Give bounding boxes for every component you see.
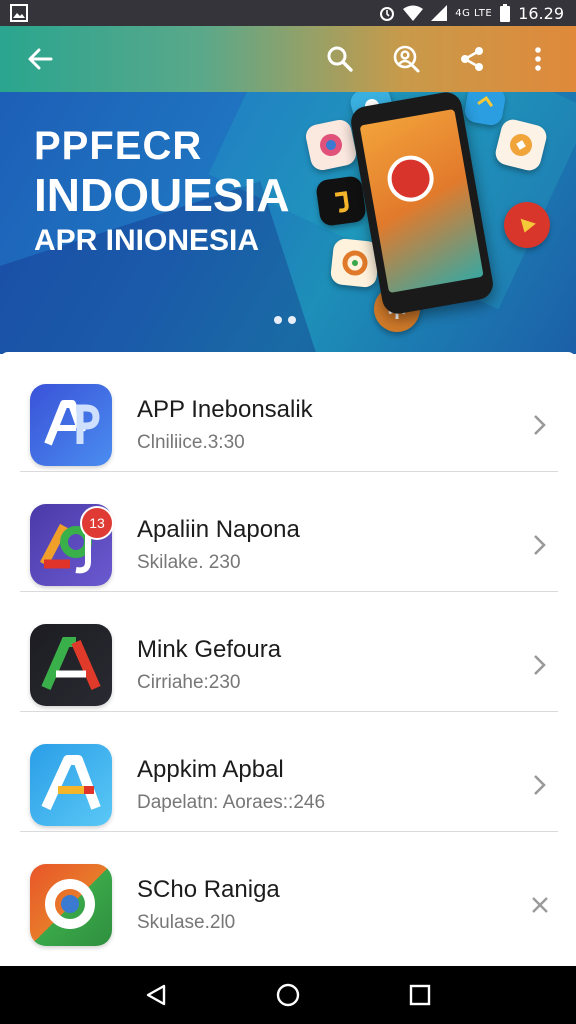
app-list-item[interactable]: Mink Gefoura Cirriahe:230 bbox=[0, 592, 576, 712]
banner-line-3: APR INIONESIA bbox=[34, 224, 260, 257]
more-vert-icon bbox=[535, 47, 541, 71]
chevron-right-icon bbox=[534, 655, 546, 675]
app-name: Mink Gefoura bbox=[137, 636, 282, 663]
app-icon bbox=[30, 864, 112, 946]
back-button[interactable] bbox=[20, 39, 60, 79]
nav-recents-icon bbox=[409, 984, 431, 1006]
app-icon bbox=[30, 744, 112, 826]
account-search-icon bbox=[393, 45, 420, 73]
app-subtitle: Skulase.2l0 bbox=[137, 912, 236, 933]
app-icon bbox=[30, 384, 112, 466]
banner-headline: PPFECR INDOUESIA APR INIONESIA bbox=[34, 126, 290, 256]
nav-home-icon bbox=[276, 983, 300, 1007]
share-button[interactable] bbox=[452, 39, 492, 79]
banner-pager bbox=[274, 316, 296, 324]
banner-line-2: INDOUESIA bbox=[34, 169, 290, 221]
phone-screen bbox=[359, 108, 484, 294]
nav-back-icon bbox=[146, 984, 166, 1006]
clock: 16.29 bbox=[518, 3, 564, 23]
app-name: APP Inebonsalik bbox=[137, 396, 313, 423]
search-icon bbox=[327, 46, 353, 72]
chevron-right-icon bbox=[534, 535, 546, 555]
battery-icon bbox=[500, 4, 511, 22]
app-name: SCho Raniga bbox=[137, 876, 280, 903]
app-list-item[interactable]: APP Inebonsalik Clniliice.3:30 bbox=[0, 352, 576, 472]
toolbar-actions bbox=[320, 39, 558, 79]
network-type-label: 4G LTE bbox=[455, 7, 493, 19]
app-name: Apaliin Napona bbox=[137, 516, 300, 543]
signal-icon bbox=[431, 5, 448, 21]
nav-recents-button[interactable] bbox=[396, 971, 444, 1019]
nav-home-button[interactable] bbox=[264, 971, 312, 1019]
status-left bbox=[10, 4, 28, 22]
banner-line-1: PPFECR bbox=[34, 124, 203, 168]
app-list-item[interactable]: SCho Raniga Skulase.2l0 bbox=[0, 832, 576, 952]
share-icon bbox=[461, 47, 483, 71]
notification-badge: 13 bbox=[80, 506, 114, 540]
app-list-item[interactable]: Appkim Apbal Dapelatn: Aoraes::246 bbox=[0, 712, 576, 832]
pager-dot[interactable] bbox=[288, 316, 296, 324]
chevron-right-icon bbox=[534, 775, 546, 795]
app-icon bbox=[30, 624, 112, 706]
close-icon[interactable] bbox=[530, 890, 550, 920]
wifi-icon bbox=[403, 5, 424, 21]
app-subtitle: Dapelatn: Aoraes::246 bbox=[137, 792, 326, 813]
arrow-left-icon bbox=[28, 48, 53, 70]
status-bar: 4G LTE 16.29 bbox=[0, 0, 576, 26]
app-subtitle: Skilake. 230 bbox=[137, 552, 241, 573]
search-button[interactable] bbox=[320, 39, 360, 79]
more-options-button[interactable] bbox=[518, 39, 558, 79]
app-subtitle: Clniliice.3:30 bbox=[137, 432, 245, 453]
app-toolbar bbox=[0, 26, 576, 92]
app-list: APP Inebonsalik Clniliice.3:30 Apaliin N… bbox=[0, 352, 576, 966]
app-name: Appkim Apbal bbox=[137, 756, 284, 783]
chevron-right-icon bbox=[534, 415, 546, 435]
account-search-button[interactable] bbox=[386, 39, 426, 79]
nav-back-button[interactable] bbox=[132, 971, 180, 1019]
floating-app-icon bbox=[315, 175, 367, 227]
status-right: 4G LTE 16.29 bbox=[379, 4, 564, 23]
app-subtitle: Cirriahe:230 bbox=[137, 672, 241, 693]
gallery-notification-icon bbox=[10, 4, 28, 22]
pager-dot[interactable] bbox=[274, 316, 282, 324]
promo-banner[interactable]: PPFECR INDOUESIA APR INIONESIA bbox=[0, 92, 576, 354]
alarm-icon bbox=[380, 7, 395, 21]
system-nav-bar bbox=[0, 966, 576, 1024]
